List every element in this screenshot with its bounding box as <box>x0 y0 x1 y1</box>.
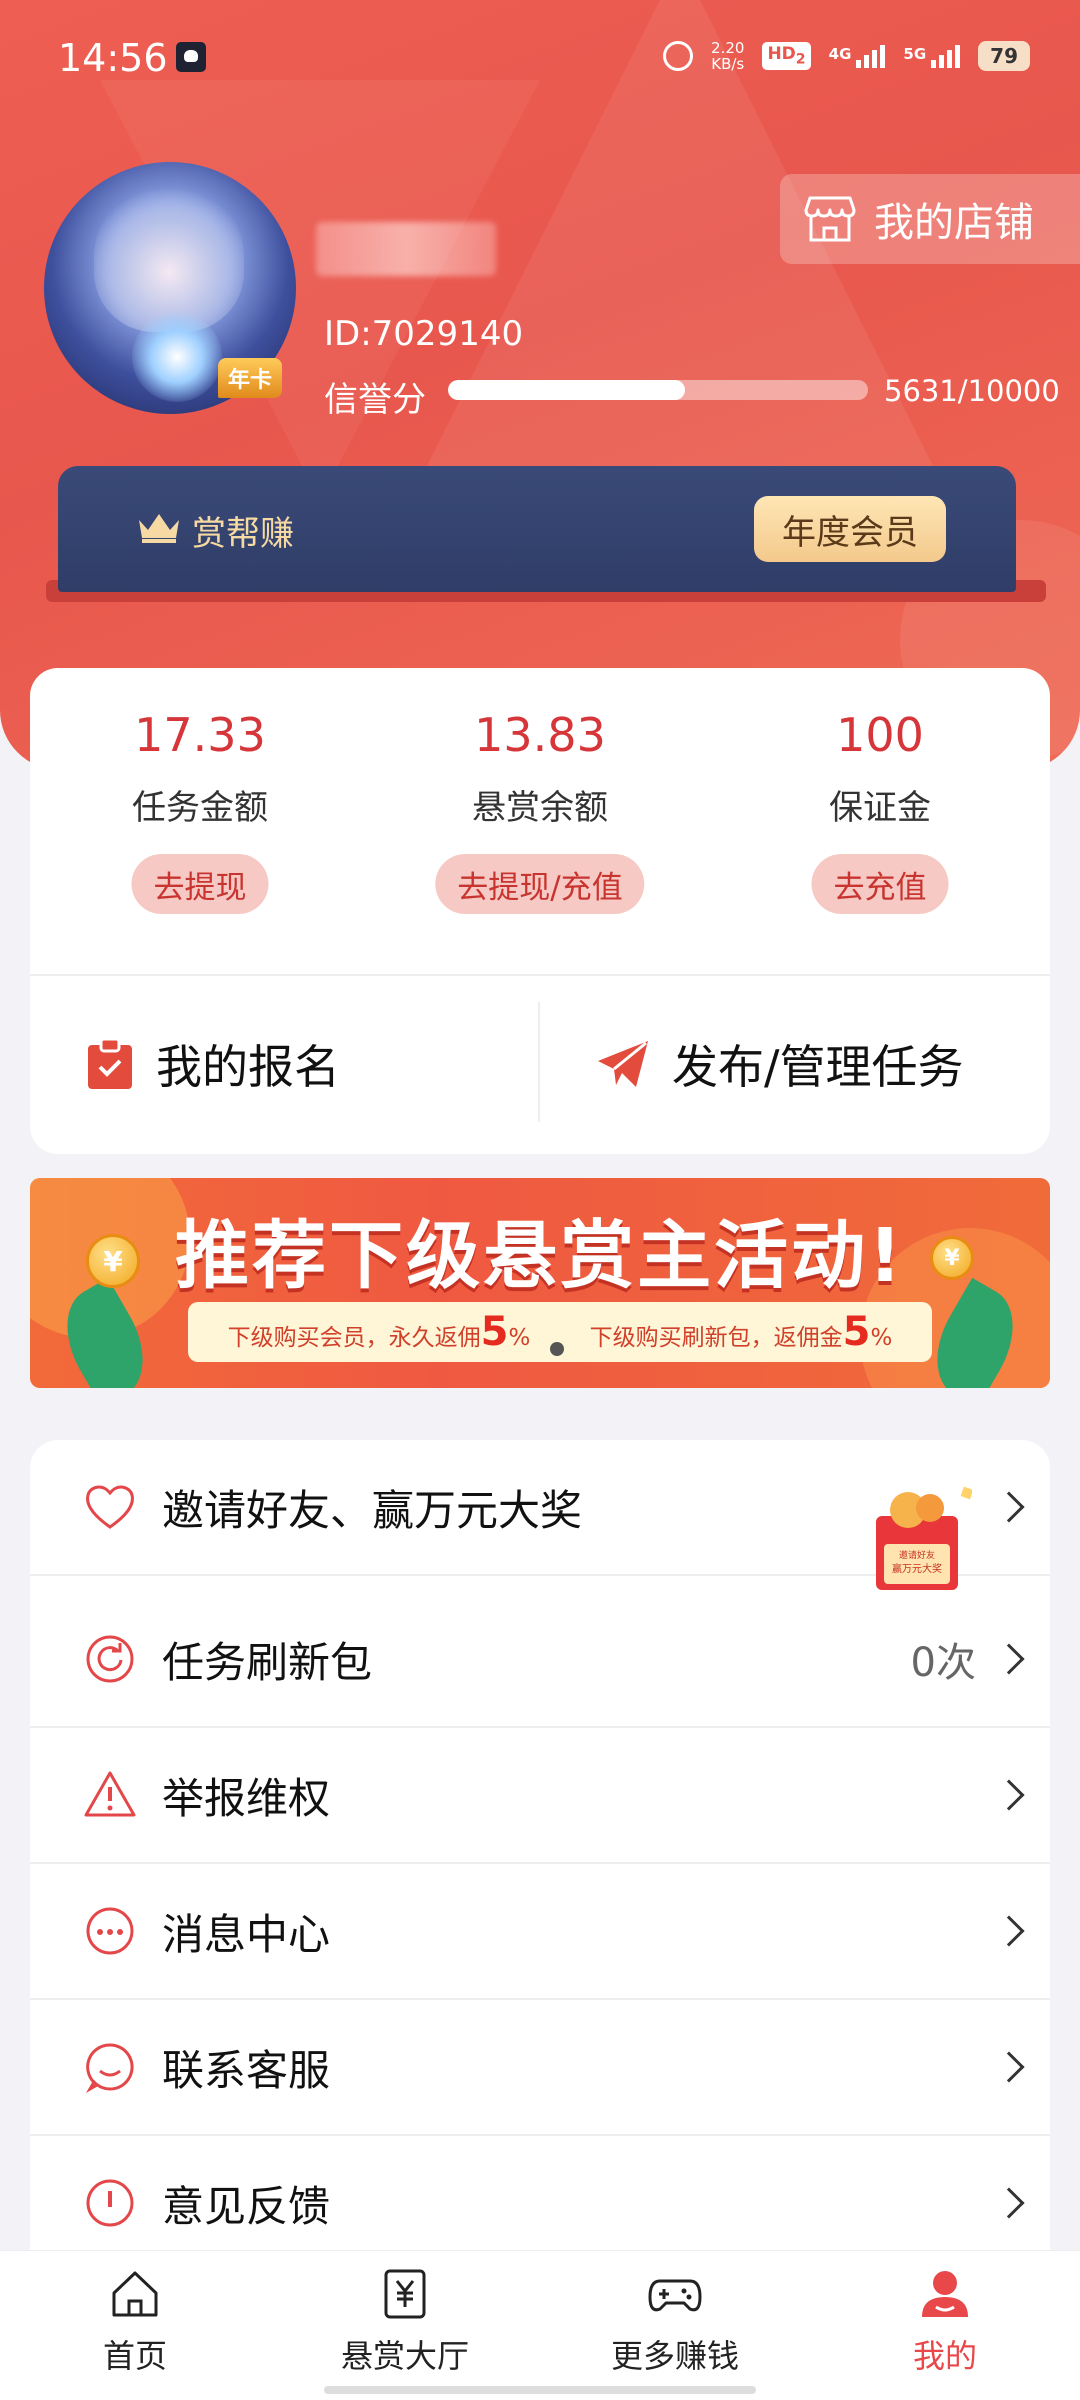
alarm-icon <box>663 41 694 71</box>
publish-manage-tasks-button[interactable]: 发布/管理任务 <box>596 974 964 1154</box>
chevron-right-icon <box>993 1491 1025 1523</box>
list-item-label: 举报维权 <box>162 1773 331 1823</box>
deposit-value: 100 <box>836 708 924 762</box>
credit-score-bar <box>448 380 868 400</box>
list-item-customer-service[interactable]: 联系客服 <box>30 2000 1050 2136</box>
network-speed-unit: KB/s <box>711 55 745 73</box>
banner-title: 推荐下级悬赏主活动! <box>175 1213 905 1299</box>
vip-card[interactable]: 赏帮赚 年度会员 <box>58 466 1016 592</box>
signal-4g-label: 4G <box>828 44 852 63</box>
tab-label: 更多赚钱 <box>610 2337 739 2375</box>
chevron-right-icon <box>993 1779 1025 1811</box>
status-indicators: 2.20 KB/s HD2 4G 5G 79 <box>663 40 1030 72</box>
my-shop-button[interactable]: 我的店铺 <box>780 174 1080 264</box>
heart-icon <box>86 1485 134 1529</box>
tab-label: 悬赏大厅 <box>340 2337 469 2375</box>
paper-plane-icon <box>598 1041 648 1087</box>
chevron-right-icon <box>993 1643 1025 1675</box>
divider <box>538 1002 540 1122</box>
feedback-icon <box>86 2179 134 2227</box>
service-icon <box>85 2043 134 2093</box>
svg-text:邀请好友: 邀请好友 <box>899 1549 935 1561</box>
tab-mine[interactable]: 我的 <box>810 2251 1080 2400</box>
crown-icon <box>139 514 179 543</box>
hd-sub: 2 <box>795 51 806 68</box>
vip-name: 赏帮赚 <box>192 514 294 554</box>
gamepad-icon <box>648 2279 702 2312</box>
network-speed: 2.20 KB/s <box>711 40 744 72</box>
tab-label: 首页 <box>102 2337 167 2375</box>
chevron-right-icon <box>993 2187 1025 2219</box>
reward-balance-column: 13.83 悬赏余额 去提现/充值 <box>370 668 710 974</box>
credit-score-value: 5631/10000 <box>884 374 1060 408</box>
deposit-column: 100 保证金 去充值 <box>710 668 1050 974</box>
list-item-label: 联系客服 <box>162 2045 331 2095</box>
my-signups-button[interactable]: 我的报名 <box>86 974 340 1154</box>
annual-card-badge: 年卡 <box>218 358 283 398</box>
hd-label: HD <box>767 44 796 65</box>
withdraw-recharge-button[interactable]: 去提现/充值 <box>435 854 645 914</box>
network-speed-value: 2.20 <box>711 39 745 57</box>
tab-label: 我的 <box>912 2337 977 2375</box>
my-shop-label: 我的店铺 <box>874 200 1034 246</box>
deposit-label: 保证金 <box>829 788 931 828</box>
tab-reward-hall[interactable]: 悬赏大厅 <box>270 2251 540 2400</box>
signal-5g-label: 5G <box>903 44 927 63</box>
credit-score-label: 信誉分 <box>324 380 426 420</box>
list-item-label: 意见反馈 <box>162 2181 331 2231</box>
list-item-label: 任务刷新包 <box>162 1637 373 1687</box>
reward-balance-value: 13.83 <box>474 708 606 762</box>
reward-hall-icon <box>384 2269 426 2319</box>
refresh-pack-count: 0次 <box>910 1640 976 1686</box>
list-item-messages[interactable]: 消息中心 <box>30 1864 1050 2000</box>
home-icon <box>112 2271 158 2317</box>
list-item-report[interactable]: 举报维权 <box>30 1728 1050 1864</box>
warning-icon <box>84 1771 136 1817</box>
referral-promo-banner[interactable]: ¥ ¥ 推荐下级悬赏主活动! 下级购买会员，永久返佣5% 下级购买刷新包，返佣金… <box>30 1178 1050 1388</box>
signal-4g-icon: 4G <box>828 44 886 68</box>
store-icon <box>804 196 856 242</box>
list-item-refresh-pack[interactable]: 任务刷新包 0次 <box>30 1592 1050 1728</box>
hd-voice-icon: HD2 <box>762 42 811 70</box>
notification-app-icon <box>176 42 206 72</box>
gift-envelope-icon: 邀请好友 赢万元大奖 <box>876 1486 972 1590</box>
list-item-label: 邀请好友、赢万元大奖 <box>162 1485 583 1535</box>
clipboard-icon <box>88 1037 132 1089</box>
publish-manage-tasks-label: 发布/管理任务 <box>672 1040 964 1094</box>
chevron-right-icon <box>993 2051 1025 2083</box>
refresh-icon <box>86 1635 134 1683</box>
reward-balance-label: 悬赏余额 <box>472 788 608 828</box>
list-item-feedback[interactable]: 意见反馈 <box>30 2136 1050 2260</box>
bottom-navigation: 首页 悬赏大厅 更多赚钱 我的 <box>0 2250 1080 2400</box>
my-signups-label: 我的报名 <box>156 1040 340 1094</box>
credit-score-fill <box>448 380 685 400</box>
withdraw-button[interactable]: 去提现 <box>131 854 269 914</box>
banner-right-offer: 下级购买刷新包，返佣金5% <box>589 1309 893 1355</box>
battery-level: 79 <box>978 41 1030 71</box>
chevron-right-icon <box>993 1915 1025 1947</box>
message-icon <box>86 1907 134 1955</box>
task-amount-label: 任务金额 <box>132 788 268 828</box>
annual-member-button[interactable]: 年度会员 <box>754 496 946 562</box>
home-indicator <box>324 2386 756 2394</box>
tab-more-earn[interactable]: 更多赚钱 <box>540 2251 810 2400</box>
nickname-blurred <box>316 222 496 276</box>
svg-text:赢万元大奖: 赢万元大奖 <box>892 1562 942 1575</box>
task-amount-value: 17.33 <box>134 708 266 762</box>
menu-list: 邀请好友、赢万元大奖 邀请好友 赢万元大奖 任务刷新包 0次 举报维权 消息中心… <box>30 1440 1050 2260</box>
list-item-invite-friends[interactable]: 邀请好友、赢万元大奖 邀请好友 赢万元大奖 <box>30 1440 1050 1590</box>
recharge-button[interactable]: 去充值 <box>811 854 949 914</box>
carousel-indicator <box>550 1342 564 1356</box>
status-time: 14:56 <box>58 36 168 80</box>
user-id: ID:7029140 <box>324 314 524 354</box>
list-item-label: 消息中心 <box>162 1909 331 1959</box>
tab-home[interactable]: 首页 <box>0 2251 270 2400</box>
status-bar: 14:56 2.20 KB/s HD2 4G 5G 79 <box>0 0 1080 120</box>
balance-card: 17.33 任务金额 去提现 13.83 悬赏余额 去提现/充值 100 保证金… <box>30 668 1050 1154</box>
task-amount-column: 17.33 任务金额 去提现 <box>30 668 370 974</box>
profile-icon <box>922 2271 968 2317</box>
banner-left-offer: 下级购买会员，永久返佣5% <box>227 1309 531 1355</box>
signal-5g-icon: 5G <box>903 44 961 68</box>
